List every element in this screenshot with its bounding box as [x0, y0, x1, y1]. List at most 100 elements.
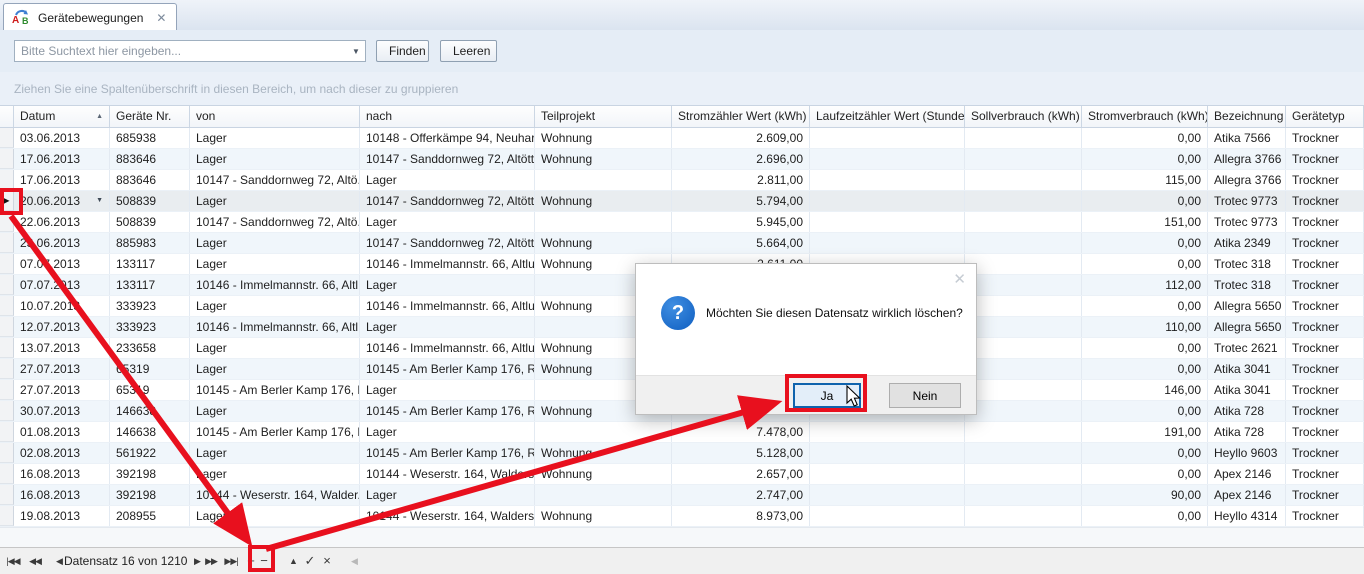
cell-soll[interactable]: [965, 443, 1082, 463]
cell-datum[interactable]: 17.06.2013: [14, 149, 110, 169]
cell-nr[interactable]: 333923: [110, 296, 190, 316]
cell-typ[interactable]: Trockner: [1286, 317, 1364, 337]
cell-soll[interactable]: [965, 464, 1082, 484]
cell-sv[interactable]: 0,00: [1082, 128, 1208, 148]
cell-sv[interactable]: 0,00: [1082, 506, 1208, 526]
cell-nr[interactable]: 883646: [110, 170, 190, 190]
cell-von[interactable]: Lager: [190, 191, 360, 211]
find-button[interactable]: Finden: [376, 40, 429, 62]
cell-typ[interactable]: Trockner: [1286, 296, 1364, 316]
cell-datum[interactable]: 27.07.2013: [14, 380, 110, 400]
column-header-sv[interactable]: Stromverbrauch (kWh): [1082, 106, 1208, 127]
cell-sv[interactable]: 110,00: [1082, 317, 1208, 337]
cell-nr[interactable]: 561922: [110, 443, 190, 463]
cell-nach[interactable]: 10145 - Am Berler Kamp 176, Röd...: [360, 443, 535, 463]
cell-bez[interactable]: Atika 3041: [1208, 359, 1286, 379]
cell-soll[interactable]: [965, 317, 1082, 337]
cell-nr[interactable]: 133117: [110, 275, 190, 295]
cell-datum[interactable]: 17.06.2013: [14, 170, 110, 190]
cell-sz[interactable]: 2.696,00: [672, 149, 810, 169]
cell-sz[interactable]: 5.664,00: [672, 233, 810, 253]
column-header-nr[interactable]: Geräte Nr.: [110, 106, 190, 127]
cell-nach[interactable]: 10146 - Immelmannstr. 66, Altluß...: [360, 254, 535, 274]
cell-bez[interactable]: Heyllo 9603: [1208, 443, 1286, 463]
cell-sv[interactable]: 90,00: [1082, 485, 1208, 505]
cell-bez[interactable]: Atika 2349: [1208, 233, 1286, 253]
cell-typ[interactable]: Trockner: [1286, 149, 1364, 169]
row-indicator[interactable]: [0, 170, 14, 190]
column-header-bez[interactable]: Bezeichnung: [1208, 106, 1286, 127]
cell-soll[interactable]: [965, 359, 1082, 379]
cell-sv[interactable]: 115,00: [1082, 170, 1208, 190]
table-row[interactable]: 23.06.2013885983Lager10147 - Sanddornweg…: [0, 233, 1364, 254]
cell-bez[interactable]: Heyllo 4314: [1208, 506, 1286, 526]
cell-soll[interactable]: [965, 233, 1082, 253]
cell-tp[interactable]: [535, 422, 672, 442]
row-indicator[interactable]: [0, 464, 14, 484]
cell-datum[interactable]: 23.06.2013: [14, 233, 110, 253]
cell-tp[interactable]: Wohnung: [535, 506, 672, 526]
cell-soll[interactable]: [965, 422, 1082, 442]
cell-bez[interactable]: Apex 2146: [1208, 464, 1286, 484]
cell-nr[interactable]: 392198: [110, 464, 190, 484]
cell-lz[interactable]: [810, 128, 965, 148]
cell-von[interactable]: 10145 - Am Berler Kamp 176, R...: [190, 422, 360, 442]
cell-tp[interactable]: [535, 212, 672, 232]
cell-soll[interactable]: [965, 401, 1082, 421]
cell-bez[interactable]: Atika 3041: [1208, 380, 1286, 400]
cell-tp[interactable]: [535, 170, 672, 190]
cell-lz[interactable]: [810, 422, 965, 442]
cell-sz[interactable]: 2.657,00: [672, 464, 810, 484]
cell-sv[interactable]: 0,00: [1082, 254, 1208, 274]
cell-nr[interactable]: 508839: [110, 212, 190, 232]
table-row[interactable]: 02.08.2013561922Lager10145 - Am Berler K…: [0, 443, 1364, 464]
row-indicator[interactable]: [0, 401, 14, 421]
cell-datum[interactable]: 10.07.2013: [14, 296, 110, 316]
cell-nr[interactable]: 392198: [110, 485, 190, 505]
dialog-close-icon[interactable]: ✕: [953, 270, 966, 288]
cell-bez[interactable]: Trotec 9773: [1208, 212, 1286, 232]
cell-von[interactable]: Lager: [190, 506, 360, 526]
row-indicator[interactable]: [0, 485, 14, 505]
table-row[interactable]: 17.06.201388364610147 - Sanddornweg 72, …: [0, 170, 1364, 191]
cell-soll[interactable]: [965, 254, 1082, 274]
cell-lz[interactable]: [810, 191, 965, 211]
cell-typ[interactable]: Trockner: [1286, 464, 1364, 484]
tab-close-icon[interactable]: ✕: [156, 11, 166, 25]
cell-nach[interactable]: 10147 - Sanddornweg 72, Altötting: [360, 233, 535, 253]
cell-nach[interactable]: Lager: [360, 317, 535, 337]
cell-von[interactable]: Lager: [190, 338, 360, 358]
cell-von[interactable]: Lager: [190, 359, 360, 379]
row-indicator[interactable]: [0, 422, 14, 442]
cell-lz[interactable]: [810, 464, 965, 484]
nav-cancel-button[interactable]: ×: [318, 552, 336, 570]
cell-bez[interactable]: Trotec 2621: [1208, 338, 1286, 358]
cell-typ[interactable]: Trockner: [1286, 233, 1364, 253]
search-combobox[interactable]: ▼: [14, 40, 366, 62]
cell-bez[interactable]: Allegra 3766: [1208, 149, 1286, 169]
cell-typ[interactable]: Trockner: [1286, 275, 1364, 295]
cell-nr[interactable]: 65319: [110, 380, 190, 400]
cell-sv[interactable]: 0,00: [1082, 149, 1208, 169]
row-indicator[interactable]: [0, 506, 14, 526]
cell-soll[interactable]: [965, 485, 1082, 505]
cell-soll[interactable]: [965, 380, 1082, 400]
cell-sz[interactable]: 2.811,00: [672, 170, 810, 190]
cell-sz[interactable]: 5.128,00: [672, 443, 810, 463]
cell-lz[interactable]: [810, 233, 965, 253]
row-indicator[interactable]: [0, 443, 14, 463]
cell-soll[interactable]: [965, 170, 1082, 190]
cell-typ[interactable]: Trockner: [1286, 380, 1364, 400]
table-row[interactable]: 19.08.2013208955Lager10144 - Weserstr. 1…: [0, 506, 1364, 527]
cell-sv[interactable]: 0,00: [1082, 233, 1208, 253]
cell-lz[interactable]: [810, 443, 965, 463]
cell-sv[interactable]: 0,00: [1082, 359, 1208, 379]
cell-bez[interactable]: Trotec 318: [1208, 275, 1286, 295]
table-row[interactable]: 16.08.2013392198Lager10144 - Weserstr. 1…: [0, 464, 1364, 485]
cell-nach[interactable]: Lager: [360, 212, 535, 232]
cell-nr[interactable]: 233658: [110, 338, 190, 358]
yes-button[interactable]: Ja: [793, 383, 861, 408]
cell-lz[interactable]: [810, 170, 965, 190]
nav-prev-button[interactable]: ◀: [50, 552, 68, 570]
row-indicator[interactable]: [0, 296, 14, 316]
